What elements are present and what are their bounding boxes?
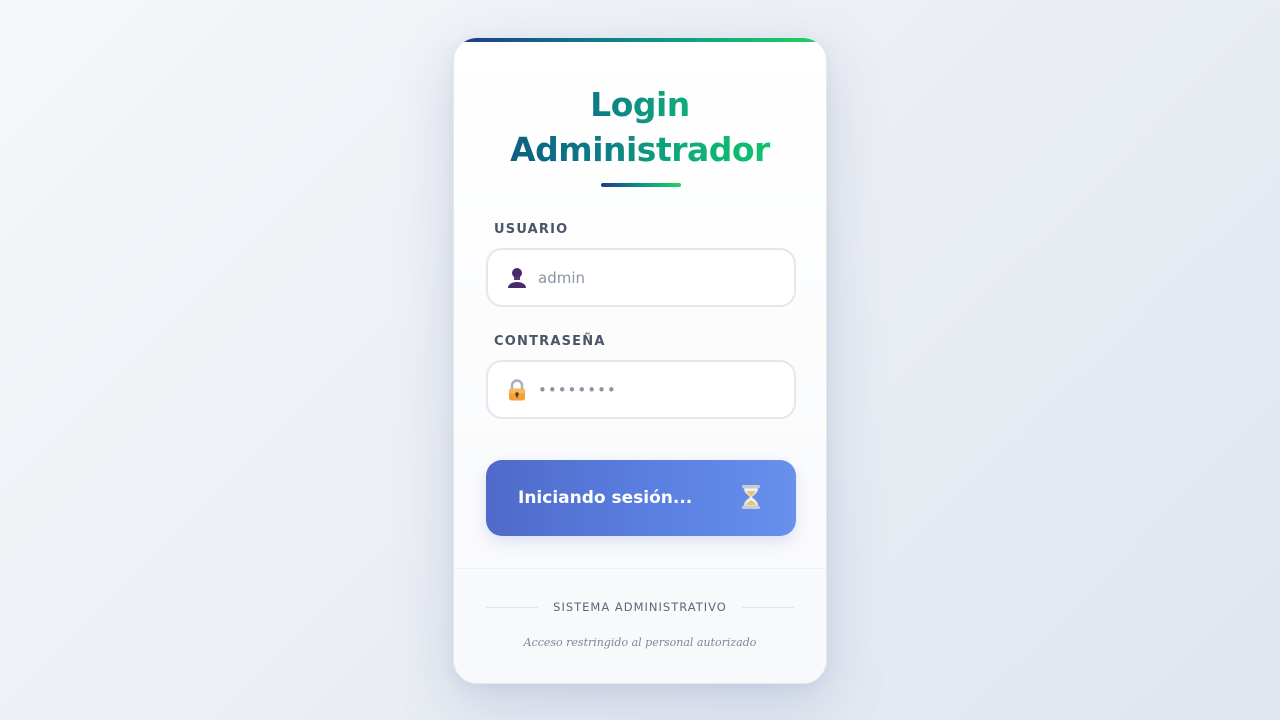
title-underline (601, 183, 681, 187)
username-input[interactable] (538, 268, 778, 287)
login-button[interactable]: Iniciando sesión... (486, 460, 796, 536)
password-label: CONTRASEÑA (494, 334, 606, 349)
username-label: USUARIO (494, 222, 569, 237)
footer-system-row: SISTEMA ADMINISTRATIVO (486, 600, 794, 614)
hourglass-icon (740, 484, 762, 513)
username-field[interactable] (486, 248, 796, 307)
system-label: SISTEMA ADMINISTRATIVO (553, 600, 727, 614)
lock-icon (506, 378, 528, 401)
card-footer: SISTEMA ADMINISTRATIVO Acceso restringid… (454, 568, 826, 683)
divider (741, 606, 794, 608)
login-button-label: Iniciando sesión... (518, 488, 693, 508)
card-top-accent-bar (454, 38, 826, 42)
password-field[interactable] (486, 360, 796, 419)
restricted-access-note: Acceso restringido al personal autorizad… (523, 636, 757, 649)
page-title: Login Administrador (454, 82, 826, 172)
divider (486, 606, 539, 608)
password-input[interactable] (538, 380, 778, 399)
user-icon (506, 267, 528, 289)
login-card: Login Administrador USUARIO CONTRASEÑA (453, 37, 827, 684)
title-line-1: Login (590, 85, 690, 124)
title-line-2: Administrador (510, 130, 770, 169)
